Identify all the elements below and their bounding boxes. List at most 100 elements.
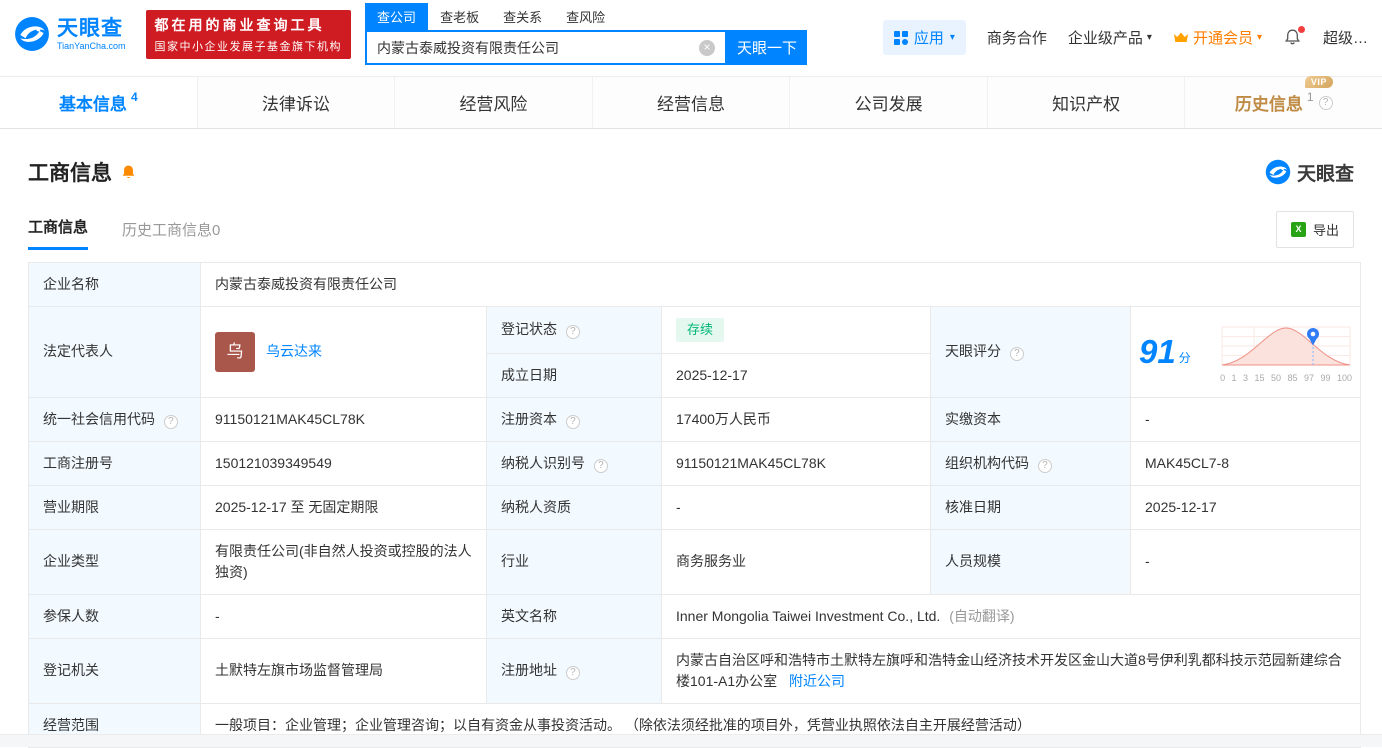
business-info-table: 企业名称 内蒙古泰威投资有限责任公司 法定代表人 乌 乌云达来 登记状态 ? 存… <box>28 262 1362 748</box>
field-value-paid-capital: - <box>1129 396 1362 442</box>
tab-label: 经营风险 <box>459 95 528 114</box>
field-label-org-code: 组织机构代码 ? <box>930 440 1131 486</box>
promo-badge: 都在用的商业查询工具 国家中小企业发展子基金旗下机构 <box>145 9 352 59</box>
tab-label: 知识产权 <box>1052 95 1121 114</box>
field-value-score: 91 分 0 1 3 15 50 85 97 99 100 <box>1129 306 1362 398</box>
avatar[interactable]: 乌 <box>215 331 255 372</box>
field-label-reg-address: 注册地址 ? <box>486 637 662 704</box>
chart-axis-labels: 01 3 15 50 85 97 99 100 <box>1220 372 1352 383</box>
field-label-industry: 行业 <box>486 528 662 595</box>
help-icon[interactable]: ? <box>1037 458 1052 473</box>
watermark-text: 天眼查 <box>1296 163 1354 185</box>
field-value-reg-address: 内蒙古自治区呼和浩特市土默特左旗呼和浩特金山经济技术开发区金山大道8号伊利乳都科… <box>660 637 1362 704</box>
field-value-credit-code: 91150121MAK45CL78K <box>200 396 487 442</box>
table-row: 企业类型 有限责任公司(非自然人投资或控股的法人独资) 行业 商务服务业 人员规… <box>28 528 1362 595</box>
tab-count: 1 <box>1306 89 1314 104</box>
help-icon[interactable]: ? <box>593 458 608 473</box>
brand-name: 天眼查 <box>57 17 123 41</box>
field-label-score: 天眼评分 ? <box>930 306 1131 398</box>
export-button[interactable]: X 导出 <box>1275 211 1354 248</box>
section-title: 工商信息 <box>28 162 112 185</box>
field-label-text: 注册地址 <box>501 662 557 678</box>
chevron-down-icon: ▾ <box>1146 32 1152 43</box>
help-icon[interactable]: ? <box>1009 347 1024 362</box>
table-row: 法定代表人 乌 乌云达来 登记状态 ? 存续 天眼评分 ? 91 分 0 1 3… <box>28 306 1362 398</box>
clear-icon[interactable]: × <box>699 39 716 56</box>
field-label-company-name: 企业名称 <box>28 262 201 307</box>
menu-business-coop[interactable]: 商务合作 <box>987 27 1047 48</box>
english-name-text: Inner Mongolia Taiwei Investment Co., Lt… <box>676 607 941 624</box>
subtab-history-business-info[interactable]: 历史工商信息0 <box>122 219 220 250</box>
field-value-taxpayer-id: 91150121MAK45CL78K <box>661 440 931 486</box>
legal-rep-link[interactable]: 乌云达来 <box>266 341 322 362</box>
field-label-reg-capital: 注册资本 ? <box>486 396 662 442</box>
nearby-companies-link[interactable]: 附近公司 <box>789 673 845 689</box>
field-value-company-type: 有限责任公司(非自然人投资或控股的法人独资) <box>200 528 487 595</box>
status-badge: 存续 <box>676 318 725 342</box>
tab-intellectual-property[interactable]: 知识产权 <box>987 77 1186 128</box>
apps-button[interactable]: 应用 ▾ <box>882 20 966 55</box>
tab-label: 法律诉讼 <box>261 95 330 114</box>
tianyancha-logo-icon <box>1265 159 1291 185</box>
field-value-establish-date: 2025-12-17 <box>661 352 931 398</box>
score-unit: 分 <box>1178 350 1191 365</box>
field-label-taxpayer-id: 纳税人识别号 ? <box>486 440 662 486</box>
address-text: 内蒙古自治区呼和浩特市土默特左旗呼和浩特金山经济技术开发区金山大道8号伊利乳都科… <box>676 651 1342 689</box>
tab-basic-info[interactable]: 基本信息 4 <box>0 77 198 128</box>
search-button[interactable]: 天眼一下 <box>727 30 808 65</box>
table-row: 企业名称 内蒙古泰威投资有限责任公司 <box>28 262 1362 307</box>
search-tab-risk[interactable]: 查风险 <box>554 3 617 30</box>
excel-icon: X <box>1290 222 1306 237</box>
field-value-approval-date: 2025-12-17 <box>1129 484 1362 530</box>
field-label-insured-count: 参保人数 <box>28 593 201 639</box>
site-header: 天眼查 TianYanCha.com 都在用的商业查询工具 国家中小企业发展子基… <box>0 0 1382 66</box>
field-label-reg-number: 工商注册号 <box>28 440 201 486</box>
tianyancha-logo-icon <box>15 17 49 51</box>
top-menu: 应用 ▾ 商务合作 企业级产品 ▾ 开通会员 ▾ 超级… <box>882 20 1368 55</box>
tab-operation-risk[interactable]: 经营风险 <box>395 77 593 128</box>
help-icon[interactable]: ? <box>1318 95 1333 110</box>
search-tabs: 查公司 查老板 查关系 查风险 <box>365 3 807 30</box>
tab-history-info[interactable]: 历史信息 VIP 1 ? <box>1185 76 1382 128</box>
field-label-text: 天眼评分 <box>945 343 1001 360</box>
field-label-reg-status: 登记状态 ? <box>486 306 662 354</box>
tianyancha-logo[interactable]: 天眼查 TianYanCha.com <box>14 16 126 52</box>
main-content: 工商信息 天眼查 工商信息 历史工商信息0 X 导出 企业名称 内蒙古泰威投资有… <box>0 157 1382 748</box>
field-value-staff-size: - <box>1129 528 1362 595</box>
tab-label: 经营信息 <box>657 95 726 114</box>
field-value-reg-capital: 17400万人民币 <box>661 396 931 442</box>
field-label-paid-capital: 实缴资本 <box>930 396 1131 442</box>
tab-company-development[interactable]: 公司发展 <box>790 77 988 128</box>
search-box: × <box>365 30 728 65</box>
menu-open-vip[interactable]: 开通会员 ▾ <box>1173 27 1262 48</box>
field-label-legal-rep: 法定代表人 <box>28 306 201 398</box>
menu-business-label: 商务合作 <box>986 30 1047 47</box>
tab-label: 公司发展 <box>854 95 923 114</box>
notification-bell[interactable] <box>1283 26 1305 47</box>
tab-label: 历史信息 <box>1234 95 1303 114</box>
search-input[interactable] <box>377 39 700 56</box>
company-nav-tabs: 基本信息 4 法律诉讼 经营风险 经营信息 公司发展 知识产权 历史信息 VIP… <box>0 76 1382 129</box>
vip-badge: VIP <box>1304 76 1333 88</box>
tab-operation-info[interactable]: 经营信息 <box>592 77 791 128</box>
field-value-industry: 商务服务业 <box>661 528 931 595</box>
help-icon[interactable]: ? <box>163 414 178 429</box>
search-tab-boss[interactable]: 查老板 <box>428 3 491 30</box>
help-icon[interactable]: ? <box>565 414 580 429</box>
help-icon[interactable]: ? <box>565 666 580 680</box>
help-icon[interactable]: ? <box>565 325 580 340</box>
field-value-reg-authority: 土默特左旗市场监督管理局 <box>200 637 487 704</box>
field-label-company-type: 企业类型 <box>28 528 201 595</box>
section-watermark-logo: 天眼查 <box>1265 159 1354 186</box>
menu-vip-label: 开通会员 <box>1192 30 1253 47</box>
search-tab-relation[interactable]: 查关系 <box>491 3 554 30</box>
field-value-english-name: Inner Mongolia Taiwei Investment Co., Lt… <box>660 593 1362 639</box>
menu-enterprise-products[interactable]: 企业级产品 ▾ <box>1068 27 1152 48</box>
alert-bell-icon[interactable] <box>120 164 137 181</box>
search-tab-company[interactable]: 查公司 <box>365 3 429 30</box>
table-row: 登记机关 土默特左旗市场监督管理局 注册地址 ? 内蒙古自治区呼和浩特市土默特左… <box>28 637 1362 704</box>
subtab-business-info[interactable]: 工商信息 <box>28 216 89 250</box>
menu-super[interactable]: 超级… <box>1323 27 1368 48</box>
auto-translate-note: (自动翻译) <box>949 607 1015 624</box>
tab-legal-proceedings[interactable]: 法律诉讼 <box>197 77 396 128</box>
